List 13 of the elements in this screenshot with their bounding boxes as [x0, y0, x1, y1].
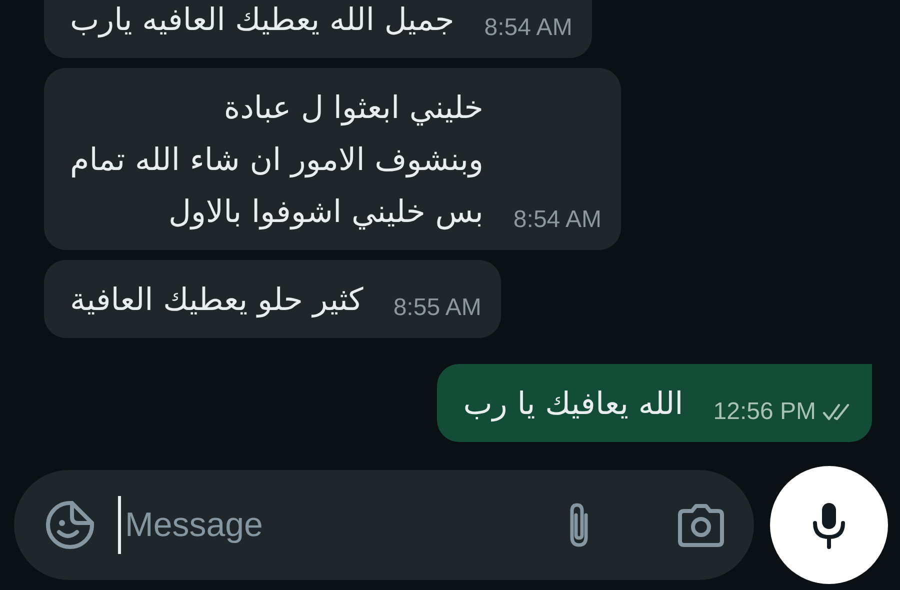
camera-icon[interactable]: [676, 503, 726, 547]
message-text: الله يعافيك يا رب: [463, 385, 684, 424]
message-time: 8:54 AM: [513, 206, 602, 234]
message-text: خليني ابعثوا ل عبادة وبنشوف الامور ان شاء الله تمام بس خليني اشوفوا بالاول: [70, 89, 484, 232]
message-time: 12:56 PM: [713, 398, 816, 426]
message-time: 8:55 AM: [393, 294, 482, 322]
message-text: كثير حلو يعطيك العافية: [70, 281, 364, 320]
sticker-icon[interactable]: [44, 499, 96, 551]
message-time: 8:54 AM: [484, 14, 572, 42]
message-input-field[interactable]: Message: [123, 504, 542, 546]
microphone-icon: [811, 501, 847, 549]
message-text: جميل الله يعطيك العافيه يارب: [70, 1, 454, 40]
text-cursor: [118, 496, 121, 554]
